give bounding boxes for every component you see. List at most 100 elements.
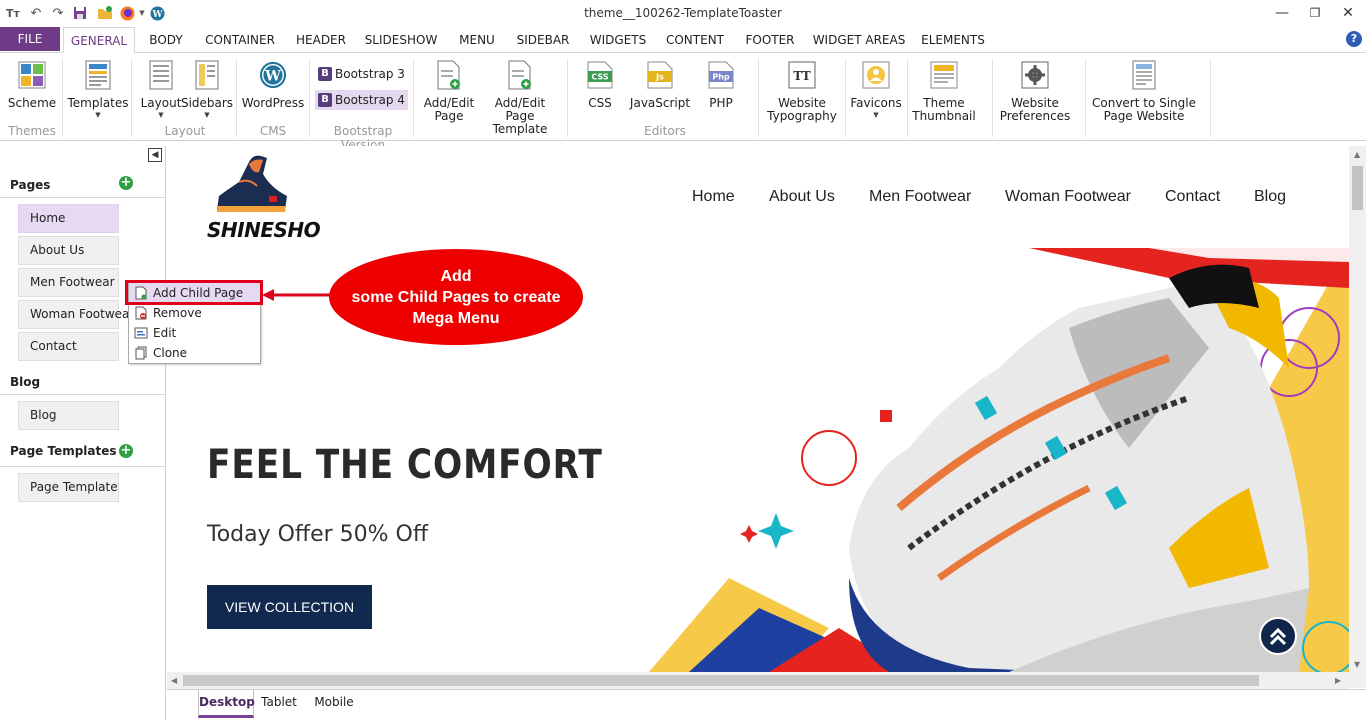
favicon-icon [862, 59, 890, 91]
menu-clone[interactable]: Clone [129, 343, 260, 363]
vertical-scrollbar[interactable]: ▲ ▼ [1349, 146, 1366, 688]
scroll-right-arrow-icon[interactable]: ▶ [1335, 676, 1341, 685]
scroll-left-arrow-icon[interactable]: ◀ [171, 676, 177, 685]
templates-dropdown-icon: ▼ [95, 111, 101, 119]
ribbon-separator [131, 59, 132, 137]
page-template-item[interactable]: Page Template [18, 473, 119, 502]
bootstrap4-button[interactable]: B Bootstrap 4 [315, 90, 408, 110]
php-button[interactable]: Php PHP [700, 59, 742, 110]
pages-panel: ◀ Pages + Home About Us Men Footwear Wom… [0, 146, 166, 720]
templates-button[interactable]: Templates ▼ [68, 59, 129, 119]
nav-men-footwear[interactable]: Men Footwear [869, 188, 971, 206]
layout-button[interactable]: Layout ▼ [141, 59, 181, 119]
favicons-dropdown-icon: ▼ [873, 111, 879, 119]
wordpress-button[interactable]: W WordPress [242, 59, 304, 110]
clone-page-icon [129, 346, 153, 360]
menu-remove[interactable]: Remove [129, 303, 260, 323]
tab-mobile[interactable]: Mobile [310, 690, 358, 718]
design-preview[interactable]: SHINESHO Home About Us Men Footwear Woma… [167, 146, 1349, 672]
ribbon-separator [845, 59, 846, 137]
add-page-plus-icon[interactable]: + [119, 176, 133, 190]
highlight-box [125, 280, 263, 305]
theme-thumbnail-button[interactable]: Theme Thumbnail [912, 59, 976, 123]
add-edit-page-template-button[interactable]: Add/Edit Page Template [480, 59, 560, 136]
tab-widget-areas[interactable]: WIDGET AREAS [810, 27, 908, 53]
remove-page-icon [129, 306, 153, 320]
wordpress-icon: W [259, 59, 287, 91]
favicons-button[interactable]: Favicons ▼ [850, 59, 902, 119]
tab-footer[interactable]: FOOTER [739, 27, 801, 53]
hero-title: FEEL THE COMFORT [207, 442, 603, 488]
nav-about-us[interactable]: About Us [769, 188, 835, 206]
tab-general[interactable]: GENERAL [63, 27, 135, 53]
blog-item[interactable]: Blog [18, 401, 119, 430]
page-item-contact[interactable]: Contact [18, 332, 119, 361]
tab-header[interactable]: HEADER [290, 27, 352, 53]
collapse-panel-button[interactable]: ◀ [148, 148, 162, 162]
nav-contact[interactable]: Contact [1165, 188, 1220, 206]
scroll-up-arrow-icon[interactable]: ▲ [1354, 150, 1360, 159]
scroll-to-top-button[interactable] [1259, 617, 1297, 655]
page-item-men-footwear[interactable]: Men Footwear [18, 268, 119, 297]
ribbon-separator [1210, 59, 1211, 137]
page-item-about-us[interactable]: About Us [18, 236, 119, 265]
tab-tablet[interactable]: Tablet [257, 690, 301, 718]
scheme-button[interactable]: Scheme [8, 59, 56, 110]
tab-body[interactable]: BODY [141, 27, 191, 53]
ribbon-separator [758, 59, 759, 137]
nav-blog[interactable]: Blog [1254, 188, 1286, 206]
php-icon: Php [707, 59, 735, 91]
ribbon-separator [309, 59, 310, 137]
ribbon-general: Scheme Themes Templates ▼ Layout ▼ Sideb… [0, 53, 1366, 152]
tab-content[interactable]: CONTENT [660, 27, 730, 53]
blog-section-title: Blog [10, 375, 41, 389]
view-collection-button[interactable]: VIEW COLLECTION [207, 585, 372, 629]
css-button[interactable]: CSS CSS [580, 59, 620, 110]
add-edit-page-button[interactable]: Add/Edit Page [420, 59, 478, 123]
ribbon-separator [236, 59, 237, 137]
bootstrap-icon: B [318, 67, 332, 81]
divider [0, 466, 165, 467]
window-title: theme__100262-TemplateToaster [584, 6, 782, 20]
tab-widgets[interactable]: WIDGETS [584, 27, 652, 53]
group-layout-label: Layout [164, 124, 206, 138]
bootstrap3-button[interactable]: B Bootstrap 3 [315, 64, 408, 84]
close-button[interactable]: ✕ [1331, 2, 1365, 24]
ribbon-separator [992, 59, 993, 137]
sidebars-button[interactable]: Sidebars ▼ [181, 59, 233, 119]
vertical-scroll-thumb[interactable] [1352, 166, 1363, 210]
svg-text:Js: Js [655, 73, 664, 82]
group-editors-label: Editors [644, 124, 686, 138]
page-item-home[interactable]: Home [18, 204, 119, 233]
javascript-button[interactable]: Js JavaScript [630, 59, 690, 110]
help-icon[interactable]: ? [1346, 31, 1362, 47]
menu-edit[interactable]: Edit [129, 323, 260, 343]
page-item-woman-footwear[interactable]: Woman Footwear [18, 300, 134, 329]
title-bar: Tт ↶ ↷ ▼ W theme__100262-TemplateToaster… [0, 0, 1366, 27]
horizontal-scroll-thumb[interactable] [183, 675, 1259, 686]
website-typography-button[interactable]: TT Website Typography [767, 59, 837, 123]
add-template-plus-icon[interactable]: + [119, 444, 133, 458]
tab-menu[interactable]: MENU [451, 27, 503, 53]
divider [0, 197, 165, 198]
tab-container[interactable]: CONTAINER [199, 27, 281, 53]
javascript-icon: Js [646, 59, 674, 91]
group-cms-label: CMS [259, 124, 287, 138]
tab-slideshow[interactable]: SLIDESHOW [360, 27, 442, 53]
nav-home[interactable]: Home [692, 188, 735, 206]
scroll-down-arrow-icon[interactable]: ▼ [1354, 660, 1360, 669]
templates-icon [84, 59, 112, 91]
website-preferences-button[interactable]: Website Preferences [1000, 59, 1070, 123]
tab-sidebar[interactable]: SIDEBAR [511, 27, 575, 53]
site-logo-text[interactable]: SHINESHO [207, 218, 321, 242]
convert-single-page-button[interactable]: Convert to Single Page Website [1092, 59, 1196, 123]
tab-desktop[interactable]: Desktop [198, 690, 255, 718]
nav-woman-footwear[interactable]: Woman Footwear [1005, 188, 1131, 206]
maximize-button[interactable]: ❐ [1298, 2, 1332, 24]
sidebars-dropdown-icon: ▼ [204, 111, 210, 119]
horizontal-scrollbar[interactable]: ◀ ▶ [167, 672, 1349, 689]
single-page-icon [1130, 59, 1158, 91]
tab-elements[interactable]: ELEMENTS [917, 27, 989, 53]
minimize-button[interactable]: — [1265, 2, 1299, 24]
tab-file[interactable]: FILE [0, 27, 60, 51]
